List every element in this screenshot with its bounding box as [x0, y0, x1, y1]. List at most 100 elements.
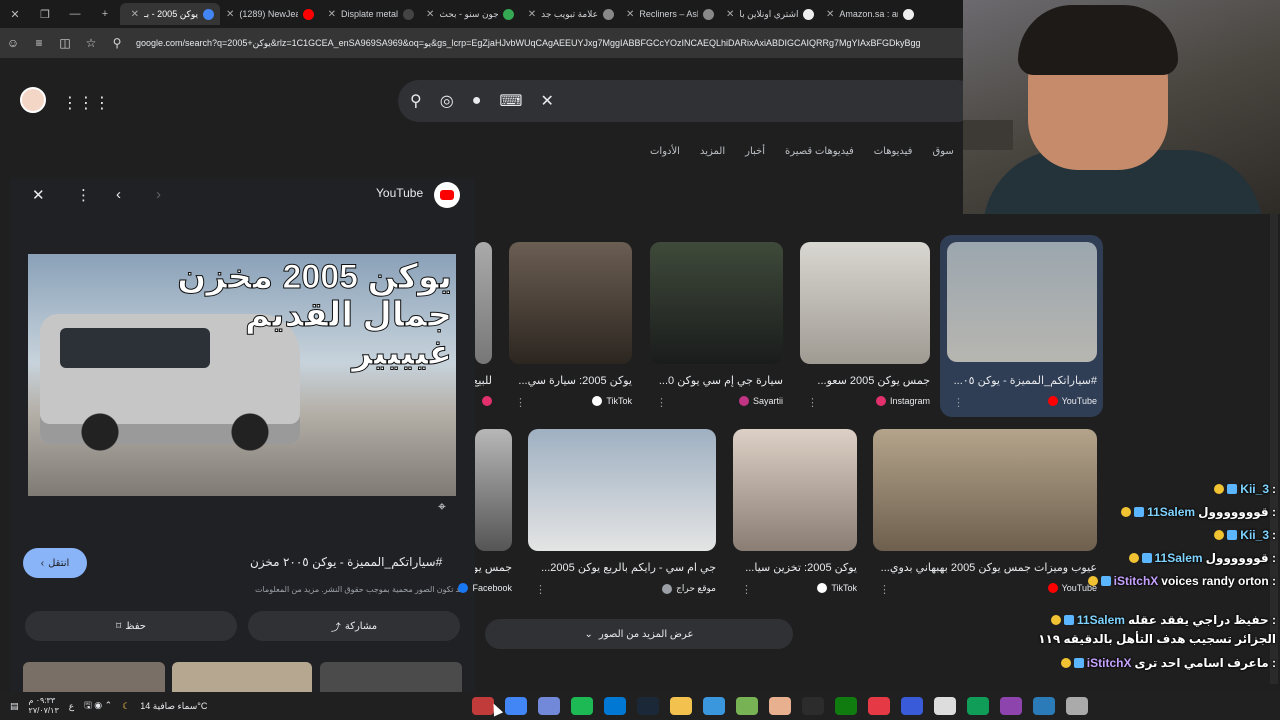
taskbar-app-icon[interactable]: [538, 697, 560, 715]
url-field[interactable]: google.com/search?q=2005+يوكن&rlz=1C1GCE…: [130, 38, 920, 49]
image-result-card[interactable]: #سياراتكم_المميزة - يوكن ٠٥... YouTube ⋮: [947, 242, 1097, 412]
result-thumbnail[interactable]: [800, 242, 930, 364]
account-avatar[interactable]: [20, 87, 46, 113]
close-tab-icon[interactable]: ✕: [528, 9, 536, 20]
image-result-card[interactable]: جي ام سي - رايكم بالربع يوكن 2005... موقع…: [528, 429, 716, 601]
browser-tab[interactable]: ✕ اشتري اونلاين با: [720, 3, 820, 25]
image-result-card[interactable]: سيارة جي إم سي يوكن 0... Sayartii ⋮: [650, 242, 783, 414]
taskbar-app-icon[interactable]: [604, 697, 626, 715]
maximize-icon[interactable]: ❐: [30, 8, 60, 21]
taskbar-app-icon[interactable]: [868, 697, 890, 715]
result-thumbnail[interactable]: [475, 242, 492, 364]
image-result-card[interactable]: يوكن 2005: تخزين سيا... TikTok ⋮: [733, 429, 857, 601]
image-result-card[interactable]: للبيع: [475, 242, 492, 414]
filter-tools[interactable]: الأدوات: [650, 146, 680, 157]
share-button[interactable]: ⤴ مشاركة: [248, 611, 460, 641]
taskbar-app-icon[interactable]: [1000, 697, 1022, 715]
notifications-icon[interactable]: ▤: [10, 701, 19, 712]
result-caption[interactable]: للبيع: [475, 374, 492, 387]
tray-icons[interactable]: 🖫 ◉ ⌃: [84, 698, 112, 714]
close-window-icon[interactable]: ✕: [0, 8, 30, 21]
browser-tab[interactable]: ✕ Recliners – Ash: [620, 3, 720, 25]
more-options-icon[interactable]: ⋮: [953, 396, 964, 409]
taskbar-app-icon[interactable]: [835, 697, 857, 715]
result-source[interactable]: YouTube: [1047, 396, 1097, 406]
result-caption[interactable]: جمس يو...: [475, 561, 512, 574]
result-thumbnail[interactable]: [947, 242, 1097, 362]
next-icon[interactable]: ›: [156, 186, 161, 203]
profile-icon[interactable]: ☺: [0, 36, 26, 50]
taskbar-app-icon[interactable]: [571, 697, 593, 715]
apps-grid-icon[interactable]: ⋮⋮⋮: [62, 93, 110, 113]
result-source[interactable]: موقع حراج: [662, 583, 716, 594]
result-source[interactable]: Instagram: [875, 396, 930, 406]
save-button[interactable]: ⌑ حفظ: [25, 611, 237, 641]
close-tab-icon[interactable]: ✕: [131, 9, 139, 20]
browser-tab[interactable]: ✕ Displate metal: [320, 3, 420, 25]
extensions-icon[interactable]: ◫: [52, 36, 78, 50]
search-box[interactable]: ⚲ ◎ ● ⌨ ✕: [398, 80, 978, 122]
result-source[interactable]: Facebook: [458, 583, 512, 593]
browser-tab[interactable]: ✕ علامة تبويب جد: [520, 3, 620, 25]
image-result-card[interactable]: يوكن 2005: سيارة سي... TikTok ⋮: [509, 242, 632, 414]
mic-icon[interactable]: ●: [472, 92, 482, 110]
more-options-icon[interactable]: ⋮: [741, 583, 752, 596]
taskbar-app-icon[interactable]: [637, 697, 659, 715]
result-caption[interactable]: يوكن 2005: سيارة سي...: [509, 374, 632, 387]
search-icon[interactable]: ⚲: [410, 91, 422, 111]
close-tab-icon[interactable]: ✕: [328, 9, 336, 20]
taskbar-app-icon[interactable]: [505, 697, 527, 715]
new-tab-button[interactable]: +: [90, 8, 120, 20]
language-indicator[interactable]: ع: [69, 701, 74, 712]
more-options-icon[interactable]: ⋮: [879, 583, 890, 596]
taskbar-app-icon[interactable]: [934, 697, 956, 715]
weather-icon[interactable]: ☾: [122, 701, 130, 712]
result-caption[interactable]: يوكن 2005: تخزين سيا...: [733, 561, 857, 574]
result-caption[interactable]: جمس يوكن 2005 سعو...: [800, 374, 930, 387]
more-options-icon[interactable]: ⋮: [535, 583, 546, 596]
result-caption[interactable]: جي ام سي - رايكم بالربع يوكن 2005...: [528, 561, 716, 574]
previous-icon[interactable]: ‹: [116, 186, 121, 203]
image-result-card[interactable]: جمس يو... Facebook: [458, 429, 512, 601]
taskbar-app-icon[interactable]: [670, 697, 692, 715]
visit-button[interactable]: ‹ انتقل: [23, 548, 87, 578]
result-thumbnail[interactable]: [733, 429, 857, 551]
close-tab-icon[interactable]: ✕: [826, 9, 834, 20]
keyboard-icon[interactable]: ⌨: [499, 91, 522, 111]
browser-tab[interactable]: ✕ يوكن 2005 - بـ: [120, 3, 220, 25]
lens-search-icon[interactable]: ⌖: [438, 498, 446, 515]
close-tab-icon[interactable]: ✕: [426, 9, 434, 20]
more-options-icon[interactable]: ⋮: [76, 186, 91, 204]
filter-more[interactable]: المزيد: [700, 146, 725, 157]
taskbar-app-icon[interactable]: [802, 697, 824, 715]
date-time[interactable]: ٠٩:٣٣ م ٢٧/٠٧/١٣: [29, 696, 59, 716]
close-tab-icon[interactable]: ✕: [726, 9, 734, 20]
lens-icon[interactable]: ◎: [440, 91, 454, 111]
result-source[interactable]: TikTok: [592, 396, 632, 406]
preview-title[interactable]: #سياراتكم_المميزة - يوكن ٢٠٠٥ مخزن: [250, 555, 442, 569]
weather-text[interactable]: سماء صافية 14°C: [140, 701, 207, 712]
close-tab-icon[interactable]: ✕: [626, 9, 634, 20]
clear-search-icon[interactable]: ✕: [540, 91, 553, 111]
more-options-icon[interactable]: ⋮: [807, 396, 818, 409]
result-thumbnail[interactable]: [509, 242, 632, 364]
taskbar-app-icon[interactable]: [1033, 697, 1055, 715]
result-thumbnail[interactable]: [528, 429, 716, 551]
site-info-icon[interactable]: ⚲: [104, 36, 130, 50]
taskbar-app-icon[interactable]: [1066, 697, 1088, 715]
tune-icon[interactable]: ≡: [26, 36, 52, 50]
taskbar-app-icon[interactable]: [967, 697, 989, 715]
browser-tab[interactable]: ✕ (1289) NewJea: [220, 3, 320, 25]
image-result-card[interactable]: جمس يوكن 2005 سعو... Instagram ⋮: [800, 242, 930, 414]
result-thumbnail[interactable]: [475, 429, 512, 551]
bookmark-star-icon[interactable]: ☆: [78, 36, 104, 50]
filter-shopping[interactable]: سوق: [932, 146, 953, 157]
preview-image[interactable]: يوكن 2005 مخزن جمال القديم غيييير: [28, 254, 456, 496]
result-thumbnail[interactable]: [650, 242, 783, 364]
filter-short-videos[interactable]: فيديوهات قصيرة: [785, 146, 854, 157]
result-source[interactable]: TikTok: [817, 583, 857, 593]
close-preview-icon[interactable]: ✕: [32, 186, 45, 204]
more-options-icon[interactable]: ⋮: [515, 396, 526, 409]
taskbar-app-icon[interactable]: [736, 697, 758, 715]
more-options-icon[interactable]: ⋮: [656, 396, 667, 409]
